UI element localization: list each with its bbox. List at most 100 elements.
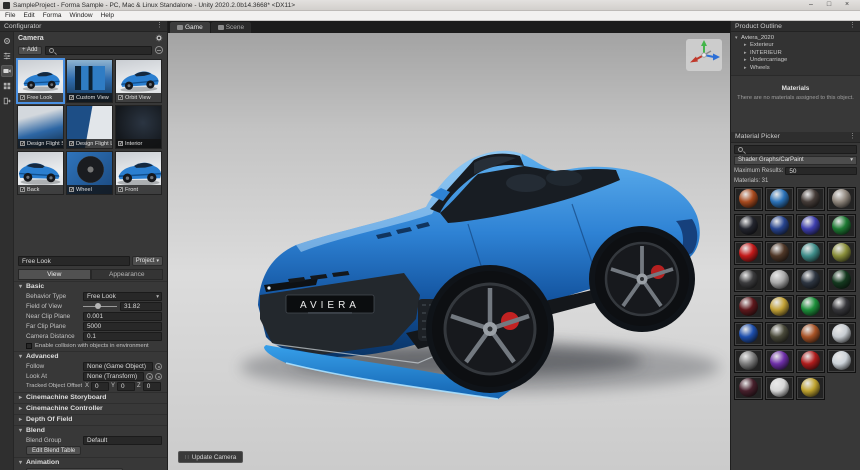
render-area[interactable]: AVIERA bbox=[168, 33, 730, 470]
settings-tab[interactable]: Appearance bbox=[91, 269, 164, 280]
viewport-tab[interactable]: Game bbox=[170, 22, 210, 33]
basic-foldout[interactable]: ▾Basic bbox=[14, 281, 167, 291]
edit-blend-table-button[interactable]: Edit Blend Table bbox=[26, 446, 81, 455]
fov-value-input[interactable]: 31.82 bbox=[120, 302, 162, 311]
offset-x-input[interactable]: 0 bbox=[91, 382, 109, 391]
fov-slider[interactable] bbox=[83, 302, 117, 311]
outline-child-node[interactable]: ▸ Exterieur bbox=[731, 42, 860, 50]
material-swatch[interactable] bbox=[796, 268, 825, 292]
camera-enabled-checkbox[interactable] bbox=[118, 95, 123, 100]
material-swatch[interactable] bbox=[827, 322, 856, 346]
panel-menu-icon[interactable]: ⋮ bbox=[849, 21, 856, 31]
camera-thumbnail[interactable]: Design Flight Lo bbox=[66, 105, 113, 149]
settings-icon[interactable] bbox=[1, 35, 13, 47]
collision-checkbox[interactable] bbox=[26, 343, 32, 349]
camera-thumbnail[interactable]: Free Look bbox=[17, 59, 64, 103]
material-swatch[interactable] bbox=[765, 268, 794, 292]
material-swatch[interactable] bbox=[796, 241, 825, 265]
offset-y-input[interactable]: 0 bbox=[117, 382, 135, 391]
camera-enabled-checkbox[interactable] bbox=[69, 141, 74, 146]
max-results-input[interactable]: 50 bbox=[785, 167, 857, 175]
near-clip-input[interactable]: 0.001 bbox=[83, 312, 162, 321]
material-swatch[interactable] bbox=[734, 376, 763, 400]
material-swatch[interactable] bbox=[796, 322, 825, 346]
animation-foldout[interactable]: ▾Animation bbox=[14, 457, 167, 467]
material-swatch[interactable] bbox=[734, 322, 763, 346]
material-swatch[interactable] bbox=[765, 295, 794, 319]
material-swatch[interactable] bbox=[734, 241, 763, 265]
material-swatch[interactable] bbox=[796, 349, 825, 373]
panel-menu-icon[interactable]: ⋮ bbox=[849, 132, 856, 142]
camera-enabled-checkbox[interactable] bbox=[118, 187, 123, 192]
shader-filter-dropdown[interactable]: Shader Graphs/CarPaint bbox=[734, 156, 857, 165]
lookat-object-field[interactable]: None (Transform) bbox=[83, 372, 144, 381]
behavior-type-dropdown[interactable]: Free Look bbox=[83, 292, 162, 301]
material-swatch[interactable] bbox=[827, 187, 856, 211]
material-swatch[interactable] bbox=[765, 376, 794, 400]
configurator-panel-header[interactable]: Configurator ⋮ bbox=[0, 21, 167, 32]
material-search-input[interactable] bbox=[734, 145, 857, 154]
material-picker-header[interactable]: Material Picker ⋮ bbox=[731, 132, 860, 143]
camera-enabled-checkbox[interactable] bbox=[20, 95, 25, 100]
material-swatch[interactable] bbox=[796, 376, 825, 400]
window-control-button[interactable]: – bbox=[805, 0, 817, 10]
object-picker-icon[interactable] bbox=[146, 373, 153, 380]
update-camera-button[interactable]: ∷ Update Camera bbox=[178, 451, 243, 463]
scope-dropdown-button[interactable]: Project▾ bbox=[132, 256, 163, 266]
window-control-button[interactable]: □ bbox=[823, 0, 835, 10]
material-swatch[interactable] bbox=[734, 349, 763, 373]
outline-child-node[interactable]: ▸ INTERIEUR bbox=[731, 49, 860, 57]
material-swatch[interactable] bbox=[734, 214, 763, 238]
camera-enabled-checkbox[interactable] bbox=[69, 187, 74, 192]
material-swatch[interactable] bbox=[796, 295, 825, 319]
camera-enabled-checkbox[interactable] bbox=[20, 141, 25, 146]
mixer-icon[interactable] bbox=[1, 50, 13, 62]
camera-enabled-checkbox[interactable] bbox=[118, 141, 123, 146]
object-picker-icon[interactable] bbox=[155, 363, 162, 370]
far-clip-input[interactable]: 5000 bbox=[83, 322, 162, 331]
material-swatch[interactable] bbox=[734, 268, 763, 292]
menu-item[interactable]: Forma bbox=[43, 12, 62, 19]
material-swatch[interactable] bbox=[765, 322, 794, 346]
filter-icon[interactable] bbox=[155, 46, 163, 54]
camera-enabled-checkbox[interactable] bbox=[20, 187, 25, 192]
axis-gizmo[interactable] bbox=[686, 39, 722, 71]
offset-z-input[interactable]: 0 bbox=[143, 382, 161, 391]
menu-item[interactable]: Window bbox=[69, 12, 92, 19]
material-swatch[interactable] bbox=[827, 268, 856, 292]
outline-child-node[interactable]: ▸ Wheels bbox=[731, 64, 860, 72]
grid-icon[interactable] bbox=[1, 80, 13, 92]
outline-child-node[interactable]: ▸ Undercarriage bbox=[731, 57, 860, 65]
exit-icon[interactable] bbox=[1, 95, 13, 107]
camera-thumbnail[interactable]: Orbit View bbox=[115, 59, 162, 103]
collapsed-foldout[interactable]: ▸Cinemachine Storyboard bbox=[14, 392, 167, 402]
viewport-tab[interactable]: Scene bbox=[211, 22, 251, 33]
camera-name-input[interactable]: Free Look bbox=[18, 256, 130, 266]
menu-item[interactable]: Edit bbox=[23, 12, 34, 19]
camera-search-input[interactable] bbox=[45, 46, 152, 55]
material-swatch[interactable] bbox=[734, 295, 763, 319]
camera-thumbnail[interactable]: Interior bbox=[115, 105, 162, 149]
blend-group-input[interactable]: Default bbox=[83, 436, 162, 445]
collapsed-foldout[interactable]: ▸Depth Of Field bbox=[14, 414, 167, 424]
material-swatch[interactable] bbox=[734, 187, 763, 211]
window-control-button[interactable]: × bbox=[841, 0, 853, 10]
object-picker-icon[interactable] bbox=[155, 373, 162, 380]
slider-knob[interactable] bbox=[95, 303, 101, 309]
material-swatch[interactable] bbox=[765, 214, 794, 238]
gear-icon[interactable] bbox=[155, 34, 163, 42]
camera-thumbnail[interactable]: Design Flight Sh bbox=[17, 105, 64, 149]
material-swatch[interactable] bbox=[765, 241, 794, 265]
camera-thumbnail[interactable]: Back bbox=[17, 151, 64, 195]
material-swatch[interactable] bbox=[827, 241, 856, 265]
material-swatch[interactable] bbox=[796, 187, 825, 211]
material-swatch[interactable] bbox=[827, 349, 856, 373]
camera-tool-icon[interactable] bbox=[1, 65, 13, 77]
material-swatch[interactable] bbox=[796, 214, 825, 238]
menu-item[interactable]: File bbox=[5, 12, 15, 19]
menu-item[interactable]: Help bbox=[101, 12, 114, 19]
outline-root-node[interactable]: ▾ Aviera_2020 bbox=[731, 34, 860, 42]
camera-thumbnail[interactable]: Custom View bbox=[66, 59, 113, 103]
camera-distance-input[interactable]: 0.1 bbox=[83, 332, 162, 341]
material-swatch[interactable] bbox=[765, 187, 794, 211]
